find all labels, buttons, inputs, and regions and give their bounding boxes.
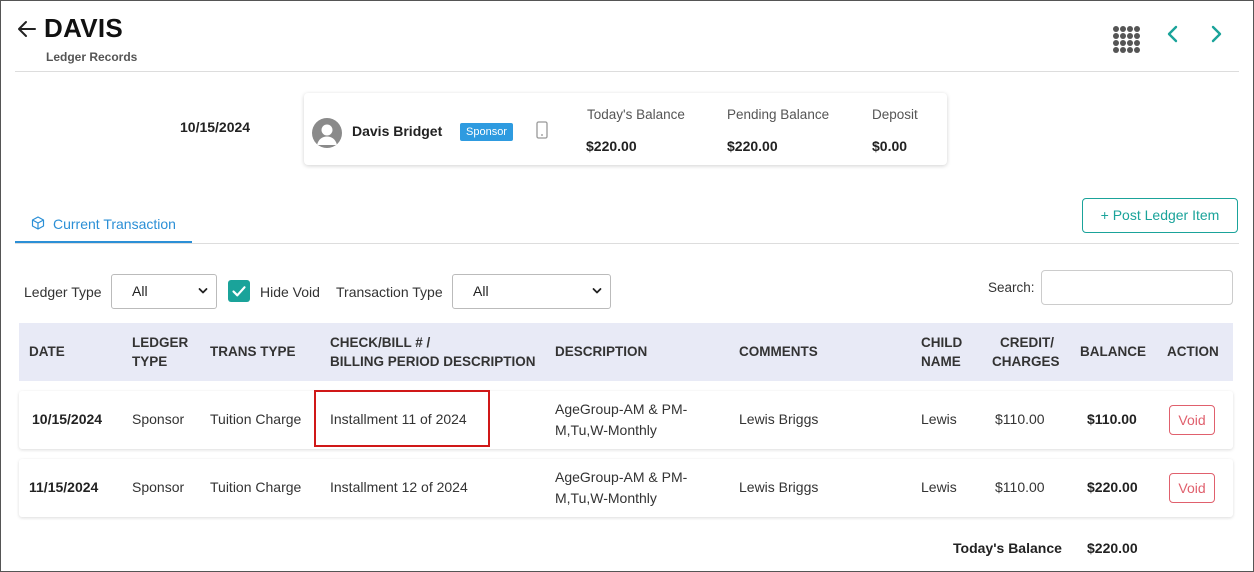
page-subtitle: Ledger Records — [46, 50, 138, 64]
back-arrow-icon[interactable] — [15, 17, 39, 41]
row-credit-charges: $110.00 — [995, 479, 1045, 495]
table-row: 11/15/2024 Sponsor Tuition Charge Instal… — [19, 459, 1233, 517]
pending-balance-value: $220.00 — [727, 138, 778, 154]
col-child-name-line2: NAME — [921, 354, 961, 369]
row-child-name: Lewis — [921, 479, 957, 495]
col-child-name-line1: CHILD — [921, 335, 963, 350]
col-date: DATE — [29, 344, 65, 359]
col-check-bill-line2: BILLING PERIOD DESCRIPTION — [330, 354, 536, 369]
void-button[interactable]: Void — [1169, 405, 1215, 435]
chevron-down-icon — [592, 288, 602, 294]
summary-date: 10/15/2024 — [180, 119, 251, 135]
col-credit-charges-line1: CREDIT/ — [1000, 335, 1054, 350]
transaction-type-value: All — [473, 283, 489, 299]
col-check-bill-line1: CHECK/BILL # / — [330, 335, 431, 350]
table-row: 10/15/2024 Sponsor Tuition Charge Instal… — [19, 391, 1233, 449]
col-credit-charges: CREDIT/ CHARGES — [992, 333, 1060, 371]
row-comments: Lewis Briggs — [739, 411, 819, 427]
cube-icon — [31, 216, 45, 230]
deposit-label: Deposit — [872, 107, 918, 122]
post-ledger-item-button[interactable]: + Post Ledger Item — [1082, 198, 1238, 233]
tab-current-transaction-label: Current Transaction — [53, 216, 176, 232]
row-balance: $220.00 — [1087, 479, 1138, 495]
row-trans-type: Tuition Charge — [210, 479, 302, 495]
sponsor-summary-card: Davis Bridget Sponsor Today's Balance $2… — [304, 93, 947, 165]
row-description-line2: M,Tu,W-Monthly — [555, 422, 657, 438]
chevron-down-icon — [198, 288, 208, 294]
pending-balance-label: Pending Balance — [727, 107, 830, 122]
check-icon — [232, 286, 246, 297]
col-ledger-type-line1: LEDGER — [132, 335, 189, 350]
user-avatar-icon — [312, 118, 342, 148]
ledger-type-label: Ledger Type — [24, 284, 102, 300]
header-divider — [15, 71, 1239, 72]
col-description: DESCRIPTION — [555, 344, 648, 359]
deposit-value: $0.00 — [872, 138, 908, 154]
row-trans-type: Tuition Charge — [210, 411, 302, 427]
page-title: DAVIS — [44, 13, 124, 43]
void-button[interactable]: Void — [1169, 473, 1215, 503]
row-check-bill: Installment 12 of 2024 — [330, 479, 468, 495]
mobile-phone-icon[interactable] — [535, 121, 549, 139]
chevron-right-icon[interactable] — [1205, 23, 1227, 45]
table-header: DATE LEDGER TYPE TRANS TYPE CHECK/BILL #… — [19, 323, 1233, 381]
highlight-box — [314, 390, 490, 447]
search-label: Search: — [988, 280, 1035, 295]
row-description-line1: AgeGroup-AM & PM- — [555, 469, 688, 485]
col-ledger-type: LEDGER TYPE — [132, 333, 188, 371]
hide-void-checkbox[interactable] — [228, 280, 250, 302]
row-balance: $110.00 — [1087, 411, 1137, 427]
row-comments: Lewis Briggs — [739, 479, 819, 495]
row-ledger-type: Sponsor — [132, 411, 185, 427]
col-credit-charges-line2: CHARGES — [992, 354, 1060, 369]
ledger-records-page: DAVIS Ledger Records 10/15/2024 Davis Br… — [0, 0, 1254, 572]
col-check-bill: CHECK/BILL # / BILLING PERIOD DESCRIPTIO… — [330, 333, 536, 371]
transaction-type-label: Transaction Type — [336, 284, 443, 300]
chevron-left-icon[interactable] — [1162, 23, 1184, 45]
transaction-type-select[interactable]: All — [452, 274, 611, 309]
col-ledger-type-line2: TYPE — [132, 354, 168, 369]
row-description-line2: M,Tu,W-Monthly — [555, 490, 657, 506]
col-comments: COMMENTS — [739, 344, 818, 359]
row-description: AgeGroup-AM & PM- M,Tu,W-Monthly — [555, 467, 687, 509]
search-input[interactable] — [1041, 270, 1233, 305]
todays-balance-label: Today's Balance — [587, 107, 685, 122]
col-balance: BALANCE — [1080, 344, 1146, 359]
tab-current-transaction[interactable]: Current Transaction — [15, 205, 192, 243]
row-credit-charges: $110.00 — [995, 411, 1045, 427]
footer-balance-value: $220.00 — [1087, 540, 1138, 556]
sponsor-name: Davis Bridget — [352, 123, 443, 139]
tabs-divider — [15, 243, 1239, 244]
col-action: ACTION — [1167, 344, 1219, 359]
row-description: AgeGroup-AM & PM- M,Tu,W-Monthly — [555, 399, 687, 441]
col-trans-type: TRANS TYPE — [210, 344, 296, 359]
hide-void-label: Hide Void — [260, 284, 320, 300]
sponsor-badge: Sponsor — [460, 123, 513, 141]
row-date: 10/15/2024 — [32, 411, 103, 427]
row-description-line1: AgeGroup-AM & PM- — [555, 401, 688, 417]
col-child-name: CHILD NAME — [921, 333, 962, 371]
row-child-name: Lewis — [921, 411, 957, 427]
ledger-type-value: All — [132, 283, 148, 299]
apps-grid-icon[interactable] — [1112, 25, 1140, 53]
row-date: 11/15/2024 — [29, 479, 99, 495]
todays-balance-value: $220.00 — [586, 138, 637, 154]
ledger-type-select[interactable]: All — [111, 274, 217, 309]
row-ledger-type: Sponsor — [132, 479, 185, 495]
footer-balance-label: Today's Balance — [953, 540, 1062, 556]
